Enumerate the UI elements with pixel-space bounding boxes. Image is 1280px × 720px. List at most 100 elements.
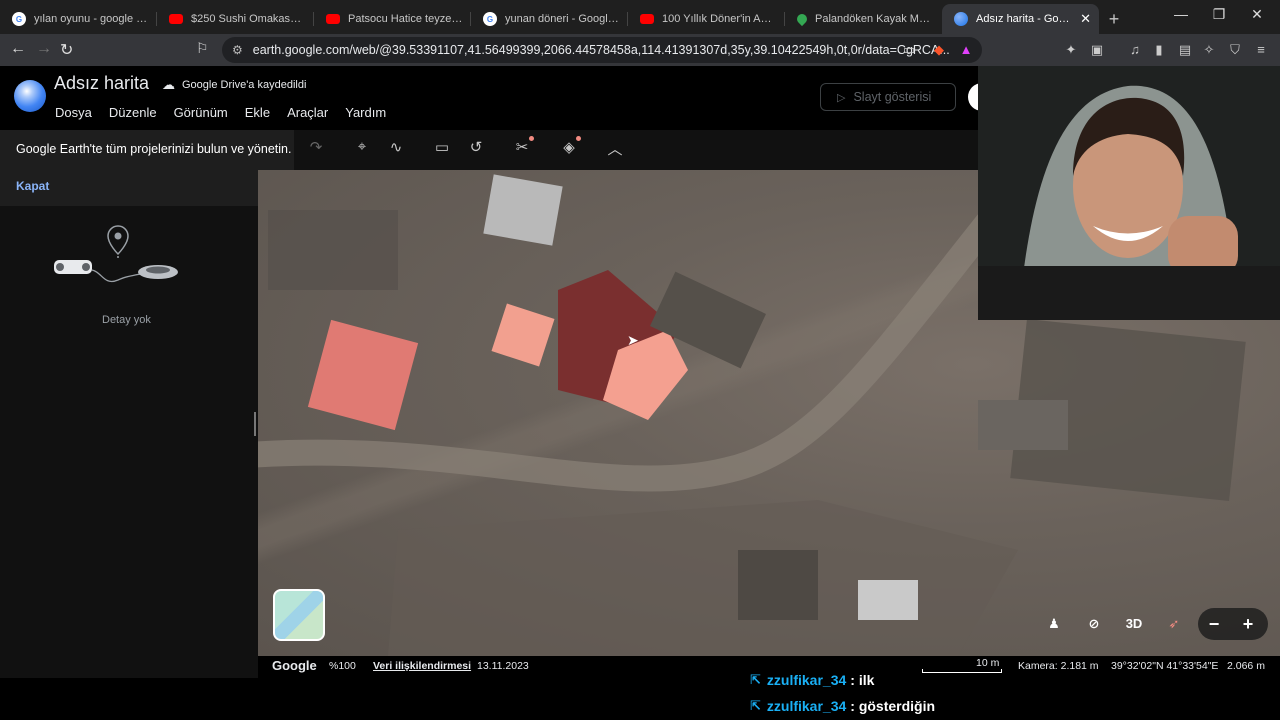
leo-icon[interactable]: ✧ — [1200, 42, 1218, 58]
redo-icon[interactable]: ↷ — [303, 138, 329, 162]
browser-tab[interactable]: Gyunan döneri - Google'da — [471, 4, 628, 34]
brave-shield-icon[interactable]: ◆ — [930, 42, 948, 58]
toggle-3d-button[interactable]: 3D — [1118, 612, 1150, 638]
notification-dot — [576, 136, 581, 141]
tools-icon[interactable]: ✂ — [509, 136, 535, 162]
chat-text: : ilk — [850, 672, 875, 688]
projects-panel — [0, 130, 258, 678]
bookmark-icon[interactable]: ⚐ — [196, 40, 209, 57]
save-status: ☁ Google Drive'a kaydedildi — [162, 77, 306, 93]
streamer-webcam-image — [978, 66, 1280, 320]
tab-title: yılan oyunu - google - Goo — [34, 13, 149, 25]
tooltip-close-button[interactable]: Kapat — [16, 179, 49, 193]
chat-badge-icon: ⇱ — [750, 698, 761, 713]
new-tab-button[interactable]: + — [1099, 4, 1129, 34]
no-detail-text: Detay yok — [102, 314, 151, 326]
screenshot-icon[interactable]: ▣ — [1088, 42, 1106, 58]
play-icon: ▷ — [837, 91, 846, 104]
zoom-out-button[interactable]: − — [1198, 612, 1230, 638]
chat-message: ⇱ zzulfikar_34 : ilk — [750, 672, 874, 688]
tab-title: $250 Sushi Omakase at a — [191, 13, 306, 25]
menu-file[interactable]: Dosya — [55, 105, 92, 120]
minimize-icon[interactable]: — — [1166, 6, 1196, 22]
earth-icon — [954, 12, 968, 26]
webcam-overlay — [978, 66, 1280, 320]
tooltip-text: Google Earth'te tüm projelerinizi bulun … — [16, 142, 292, 156]
forward-icon[interactable]: → — [36, 40, 52, 58]
address-bar[interactable]: ⚙ earth.google.com/web/@39.53391107,41.5… — [222, 37, 982, 63]
youtube-icon — [640, 14, 654, 24]
empty-state-illustration-icon — [54, 225, 178, 283]
menu-tools[interactable]: Araçlar — [287, 105, 328, 120]
maps-icon — [794, 11, 810, 27]
cast-icon[interactable]: ▭ — [900, 42, 918, 58]
menu-help[interactable]: Yardım — [345, 105, 386, 120]
tab-title: 100 Yıllık Döner'in Adı 'Sö — [662, 13, 777, 25]
browser-tab-bar: Gyılan oyunu - google - Goo $250 Sushi O… — [0, 0, 1280, 34]
browser-tab-active[interactable]: Adsız harita - Google ✕ — [942, 4, 1099, 34]
menu-add[interactable]: Ekle — [245, 105, 270, 120]
vpn-icon[interactable]: ⛉ — [1226, 42, 1244, 58]
chat-username: zzulfikar_34 — [766, 672, 847, 688]
document-title[interactable]: Adsız harita — [54, 73, 149, 94]
extensions-icon[interactable]: ✦ — [1062, 42, 1080, 58]
pegman-icon[interactable]: ♟ — [1038, 612, 1070, 638]
maximize-icon[interactable]: ❐ — [1204, 6, 1234, 23]
chat-badge-icon: ⇱ — [750, 672, 761, 687]
menu-edit[interactable]: Düzenle — [109, 105, 157, 120]
browser-tab[interactable]: Patsocu Hatice teyze #pat — [314, 4, 471, 34]
historical-imagery-icon[interactable]: ↺ — [463, 138, 489, 162]
measure-icon[interactable]: ▭ — [429, 138, 455, 162]
slideshow-label: Slayt gösterisi — [853, 90, 932, 104]
map-style-thumbnail[interactable] — [273, 589, 325, 641]
chat-text: : gösterdiğin — [850, 698, 936, 714]
scale-bar — [922, 669, 1002, 673]
add-placemark-icon[interactable]: ⌖ — [349, 138, 375, 162]
draw-path-icon[interactable]: ∿ — [383, 138, 409, 162]
layers-icon[interactable]: ◈ — [556, 136, 582, 162]
mouse-cursor-icon: ➤ — [627, 332, 639, 348]
tilt-reset-icon[interactable]: ⊘ — [1078, 612, 1110, 638]
tab-title: Palandöken Kayak Merkez — [815, 13, 934, 25]
chat-message: ⇱ zzulfikar_34 : gösterdiğin — [750, 698, 935, 714]
tab-title: Adsız harita - Google — [976, 13, 1075, 25]
browser-tab[interactable]: Palandöken Kayak Merkez — [785, 4, 942, 34]
wallet-icon[interactable]: ▤ — [1176, 42, 1194, 58]
imagery-date: 13.11.2023 — [477, 660, 529, 672]
elevation: 2.066 m — [1227, 660, 1265, 672]
tab-title: Patsocu Hatice teyze #pat — [348, 13, 463, 25]
camera-altitude: Kamera: 2.181 m — [1018, 660, 1099, 672]
browser-tab[interactable]: $250 Sushi Omakase at a — [157, 4, 314, 34]
scale-label: 10 m — [976, 657, 1000, 669]
youtube-icon — [326, 14, 340, 24]
rewards-icon[interactable]: ▲ — [957, 42, 975, 57]
sidebar-icon[interactable]: ▮ — [1150, 42, 1168, 58]
menu-icon[interactable]: ≡ — [1252, 42, 1270, 57]
navigation-bar: ← → ↻ ⚐ ⚙ earth.google.com/web/@39.53391… — [0, 34, 1280, 66]
collapse-toolbar-icon[interactable]: ︿ — [602, 138, 628, 162]
data-attribution-link[interactable]: Veri ilişkilendirmesi — [373, 660, 471, 672]
reload-icon[interactable]: ↻ — [60, 40, 73, 60]
google-icon: G — [483, 12, 497, 26]
browser-tab[interactable]: 100 Yıllık Döner'in Adı 'Sö — [628, 4, 785, 34]
close-tab-icon[interactable]: ✕ — [1080, 11, 1091, 27]
stream-chat — [0, 678, 1280, 720]
zoom-in-button[interactable]: + — [1232, 612, 1264, 638]
slideshow-button[interactable]: ▷ Slayt gösterisi — [820, 83, 956, 111]
menu-bar: Dosya Düzenle Görünüm Ekle Araçlar Yardı… — [55, 105, 403, 120]
google-icon: G — [12, 12, 26, 26]
media-icon[interactable]: ♫ — [1126, 42, 1144, 57]
close-window-icon[interactable]: ✕ — [1242, 6, 1272, 23]
back-icon[interactable]: ← — [10, 40, 26, 58]
compass-icon[interactable]: ➶ — [1158, 612, 1190, 638]
cloud-icon: ☁ — [162, 77, 175, 92]
zoom-level: %100 — [329, 660, 356, 672]
site-settings-icon[interactable]: ⚙ — [232, 43, 243, 57]
google-earth-logo-icon[interactable] — [14, 80, 46, 112]
save-status-text: Google Drive'a kaydedildi — [182, 79, 307, 91]
chat-username: zzulfikar_34 — [766, 698, 847, 714]
coordinates: 39°32'02"N 41°33'54"E — [1111, 660, 1219, 672]
browser-tab[interactable]: Gyılan oyunu - google - Goo — [0, 4, 157, 34]
menu-view[interactable]: Görünüm — [174, 105, 228, 120]
youtube-icon — [169, 14, 183, 24]
